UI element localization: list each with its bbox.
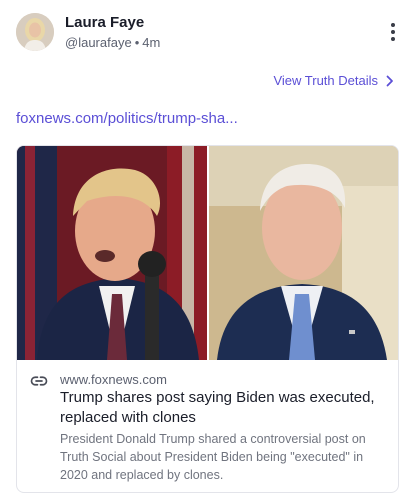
author-meta: @laurafaye • 4m [65, 35, 160, 50]
more-options-button[interactable] [384, 21, 402, 43]
view-truth-details-link[interactable]: View Truth Details [273, 73, 394, 88]
more-vertical-icon [391, 23, 395, 41]
trump-photo [17, 146, 207, 360]
link-title[interactable]: Trump shares post saying Biden was execu… [60, 388, 390, 428]
author-handle[interactable]: @laurafaye [65, 35, 132, 50]
author-name[interactable]: Laura Faye [65, 14, 144, 31]
biden-photo [209, 146, 398, 360]
truth-post: Laura Faye @laurafaye • 4m View Truth Deta… [0, 0, 414, 500]
link-preview-card[interactable]: www.foxnews.com Trump shares post saying… [16, 145, 399, 493]
chevron-right-icon [386, 75, 394, 87]
meta-separator: • [134, 35, 140, 50]
link-domain: www.foxnews.com [60, 372, 167, 387]
post-link-url[interactable]: foxnews.com/politics/trump-sha... [16, 110, 238, 127]
link-preview-image[interactable] [17, 146, 398, 360]
view-truth-details-label: View Truth Details [273, 73, 378, 88]
link-preview-body: www.foxnews.com Trump shares post saying… [17, 360, 398, 492]
post-header: Laura Faye @laurafaye • 4m [16, 13, 402, 53]
link-icon [30, 372, 48, 390]
post-time[interactable]: 4m [142, 35, 160, 50]
link-description: President Donald Trump shared a controve… [60, 432, 366, 482]
avatar[interactable] [16, 13, 54, 51]
